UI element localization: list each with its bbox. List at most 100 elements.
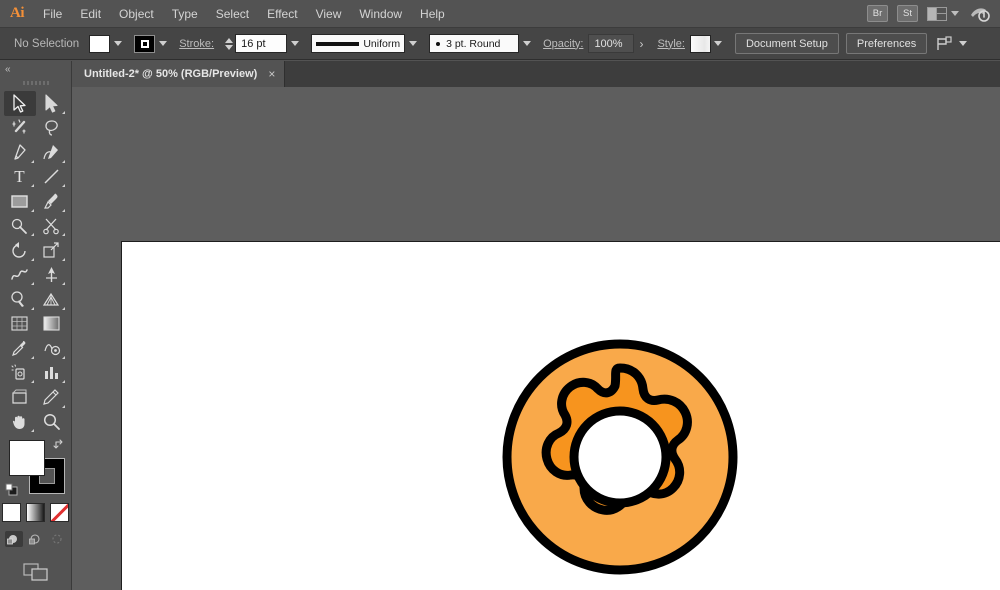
brush-definition-dropdown[interactable] (519, 34, 534, 54)
fill-stroke-controls (5, 438, 67, 496)
draw-normal-button[interactable] (4, 531, 23, 547)
color-mode-button[interactable] (2, 503, 21, 522)
stroke-profile-dropdown[interactable] (405, 34, 420, 54)
none-mode-button[interactable] (50, 503, 69, 522)
paintbrush-tool[interactable] (36, 189, 68, 214)
curvature-tool[interactable] (36, 140, 68, 165)
brush-definition-select[interactable]: 3 pt. Round (429, 34, 520, 53)
menu-item-effect[interactable]: Effect (258, 0, 306, 28)
scale-tool[interactable] (36, 238, 68, 263)
canvas-area[interactable] (72, 87, 1000, 590)
menu-item-help[interactable]: Help (411, 0, 454, 28)
draw-inside-button[interactable] (49, 531, 67, 547)
line-segment-tool[interactable] (36, 165, 68, 190)
search-help-icon[interactable] (968, 4, 992, 24)
align-arrange-icon[interactable] (935, 35, 955, 53)
stroke-weight-input[interactable]: 16 pt (235, 34, 288, 53)
stroke-profile-label: Uniform (363, 37, 401, 50)
app-logo-icon: Ai (10, 5, 25, 21)
color-mode-buttons (0, 503, 71, 522)
rectangle-tool[interactable] (4, 189, 36, 214)
workspace-layout-icon (927, 6, 947, 21)
menu-bar: Ai File Edit Object Type Select Effect V… (0, 0, 1000, 28)
brush-definition-label: 3 pt. Round (446, 37, 501, 50)
rotate-tool[interactable] (4, 238, 36, 263)
align-dropdown[interactable] (955, 34, 970, 54)
menu-item-object[interactable]: Object (110, 0, 163, 28)
workspace-switcher[interactable] (927, 6, 959, 21)
hand-tool[interactable] (4, 410, 36, 435)
tools-panel-grip[interactable] (0, 77, 71, 89)
blend-tool[interactable] (36, 336, 68, 361)
illustrator-window: Ai File Edit Object Type Select Effect V… (0, 0, 1000, 590)
gradient-mode-button[interactable] (26, 503, 45, 522)
lasso-tool[interactable] (36, 116, 68, 141)
slice-tool[interactable] (36, 385, 68, 410)
stroke-weight-label: Stroke: (179, 37, 215, 50)
graphic-style-dropdown[interactable] (711, 34, 726, 54)
menu-item-window[interactable]: Window (350, 0, 411, 28)
type-tool[interactable]: T (4, 165, 36, 190)
brush-preview-icon (436, 41, 441, 46)
close-icon[interactable]: × (268, 68, 275, 80)
fill-swatch-dropdown[interactable] (110, 34, 125, 54)
stroke-profile-select[interactable]: Uniform (311, 34, 406, 53)
magic-wand-tool[interactable] (4, 116, 36, 141)
perspective-grid-tool[interactable] (36, 287, 68, 312)
menu-item-select[interactable]: Select (207, 0, 258, 28)
default-fill-stroke-icon[interactable] (5, 483, 18, 496)
artboard[interactable] (121, 241, 1000, 590)
opacity-input[interactable]: 100% (588, 34, 635, 53)
selection-tool[interactable] (4, 91, 36, 116)
gradient-tool[interactable] (36, 312, 68, 337)
document-tab[interactable]: Untitled-2* @ 50% (RGB/Preview) × (72, 61, 286, 87)
preferences-button[interactable]: Preferences (845, 33, 928, 54)
shaper-tool[interactable] (4, 214, 36, 239)
pen-tool[interactable] (4, 140, 36, 165)
menu-item-view[interactable]: View (307, 0, 351, 28)
artboard-tool[interactable] (4, 385, 36, 410)
width-warp-tool[interactable] (4, 263, 36, 288)
opacity-more-options[interactable]: › (634, 34, 648, 54)
chevron-down-icon (951, 11, 959, 16)
menu-item-edit[interactable]: Edit (71, 0, 110, 28)
menu-item-file[interactable]: File (34, 0, 71, 28)
symbol-sprayer-tool[interactable] (4, 361, 36, 386)
menu-bar-right-group: Br St (867, 4, 1000, 24)
zoom-tool[interactable] (36, 410, 68, 435)
opacity-label: Opacity: (543, 37, 584, 50)
document-tab-bar: Untitled-2* @ 50% (RGB/Preview) × (72, 61, 1000, 87)
tool-grid: T (0, 89, 71, 436)
collapse-chevrons-icon: « (5, 63, 10, 75)
draw-behind-button[interactable] (27, 531, 45, 547)
drawing-mode-buttons (0, 531, 71, 547)
stroke-swatch-dropdown[interactable] (155, 34, 170, 54)
graphic-style-swatch[interactable] (689, 34, 711, 53)
stroke-weight-stepper[interactable] (223, 34, 234, 53)
change-screen-mode-button[interactable] (0, 561, 71, 583)
fill-color-indicator[interactable] (8, 440, 45, 476)
stroke-profile-preview-icon (316, 41, 360, 46)
mesh-tool[interactable] (4, 312, 36, 337)
stroke-weight-dropdown[interactable] (287, 34, 302, 54)
stock-button[interactable]: St (897, 5, 918, 22)
document-setup-button[interactable]: Document Setup (734, 33, 839, 54)
bridge-button[interactable]: Br (867, 5, 888, 22)
free-transform-tool[interactable] (36, 263, 68, 288)
tools-panel: « T (0, 61, 72, 590)
tools-panel-collapse[interactable]: « (0, 61, 71, 77)
gear-donut-illustration[interactable] (495, 332, 745, 587)
stroke-color-swatch[interactable] (134, 34, 156, 53)
column-graph-tool[interactable] (36, 361, 68, 386)
control-bar: No Selection Stroke: 16 pt Uniform 3 pt.… (0, 28, 1000, 60)
eraser-scissors-tool[interactable] (36, 214, 68, 239)
fill-color-swatch[interactable] (89, 34, 111, 53)
direct-selection-tool[interactable] (36, 91, 68, 116)
swap-fill-stroke-icon[interactable] (52, 438, 67, 452)
eyedropper-tool[interactable] (4, 336, 36, 361)
selection-status-label: No Selection (14, 37, 80, 50)
document-tab-title: Untitled-2* @ 50% (RGB/Preview) (84, 68, 258, 80)
menu-item-type[interactable]: Type (163, 0, 207, 28)
svg-text:T: T (15, 167, 26, 186)
shape-builder-tool[interactable] (4, 287, 36, 312)
